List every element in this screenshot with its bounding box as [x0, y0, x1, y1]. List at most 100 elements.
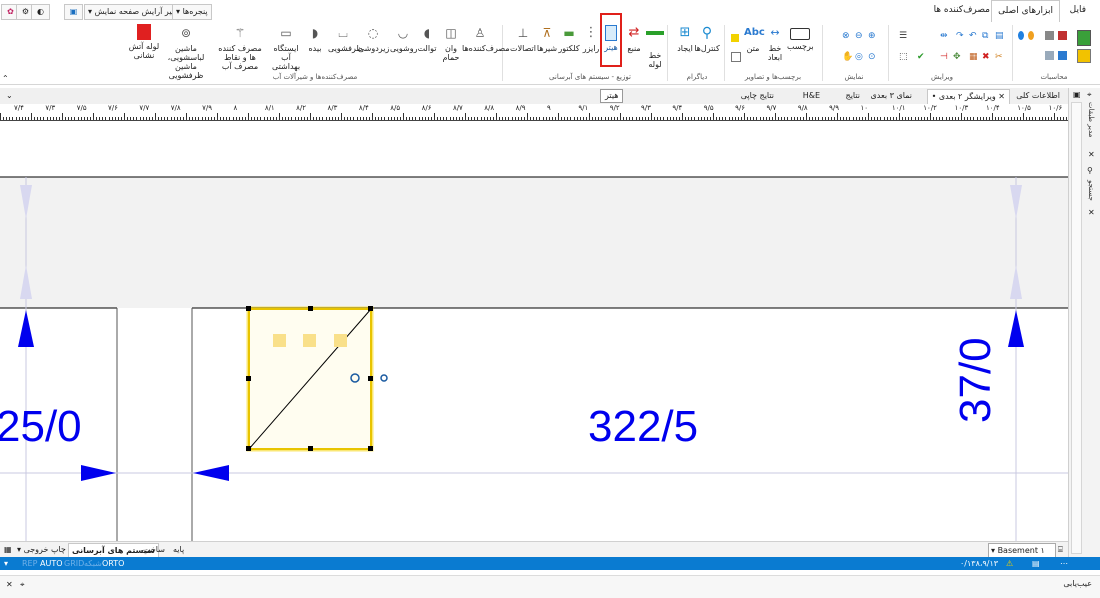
ruler-tick — [598, 117, 600, 120]
dishwasher-button[interactable]: ⌴ ظرفشویی — [328, 24, 363, 53]
tab-he[interactable]: H&E — [799, 89, 824, 103]
pin-icon[interactable]: ▣ — [1073, 90, 1082, 99]
tab-print-output[interactable]: ▾ چاپ خروجی — [14, 543, 69, 557]
grid-toggle[interactable]: GRID — [64, 557, 84, 570]
ruler-label: ۱۰ — [860, 104, 869, 112]
water-station-button[interactable]: ▭ ایستگاه آب بهداشتی — [270, 24, 302, 71]
bidet-button[interactable]: ◗ بیده — [302, 24, 328, 53]
calc-list-icon[interactable] — [1045, 31, 1054, 40]
edit-delete-icon[interactable]: ✖ — [982, 52, 991, 62]
ruler-tick — [1060, 117, 1062, 120]
zoom-fit-icon[interactable]: ⊗ — [842, 31, 851, 41]
pin-icon[interactable]: ⌖ — [20, 580, 29, 589]
tab-2d-editor[interactable]: • ویرایشگر ۲ بعدی ✕ — [926, 89, 1010, 104]
ruler-tick — [1007, 117, 1009, 120]
orto-toggle[interactable]: ORTO — [102, 557, 124, 570]
bathtub-button[interactable]: ◫ وان حمام — [438, 24, 464, 62]
error-panel-title: عیب‌یابی — [1063, 579, 1092, 588]
auto-toggle[interactable]: AUTO — [40, 557, 63, 570]
windows-button[interactable]: ▾ پنجره‌ها — [172, 4, 212, 20]
edit-move-icon[interactable]: ✥ — [953, 52, 962, 62]
palette-icon[interactable]: ◐ — [31, 4, 50, 20]
zoom-in-icon[interactable]: ⊕ — [868, 31, 877, 41]
edit-check-icon[interactable]: ✔ — [917, 52, 926, 62]
close-icon[interactable]: ✕ — [1088, 150, 1097, 159]
snap-toggle[interactable]: شبکه — [84, 557, 102, 570]
layers-icon[interactable]: ▤ — [1032, 557, 1040, 570]
connections-button[interactable]: ⊥ اتصالات — [508, 24, 538, 53]
zoom-prev-icon[interactable]: ◎ — [855, 52, 864, 62]
collapse-ribbon-icon[interactable]: ⌃ — [2, 74, 11, 83]
edit-undo-icon[interactable]: ↶ — [969, 31, 978, 41]
ruler-tick — [564, 117, 566, 120]
search-icon[interactable]: ⚲ — [1087, 166, 1096, 175]
rep-toggle[interactable]: REP — [22, 557, 37, 570]
calc-grey-icon[interactable] — [1045, 51, 1054, 60]
consumer-points-button[interactable]: ⚚ مصرف کننده ها و نقاط مصرف آب — [214, 24, 266, 71]
calc-table-icon[interactable] — [1077, 30, 1091, 46]
edit-redo-icon[interactable]: ↷ — [956, 31, 965, 41]
tab-3d-view[interactable]: نمای ۳ بعدی — [867, 89, 916, 103]
washing-machine-button[interactable]: ⊚ ماشین لباسشویی، ماشین ظرفشویی — [160, 24, 212, 80]
group-separator — [724, 25, 725, 81]
edit-select-icon[interactable]: ⬚ — [899, 52, 908, 62]
calc-report-icon[interactable] — [1058, 31, 1067, 40]
frame-icon[interactable] — [731, 52, 741, 62]
zoom-out-icon[interactable]: ⊖ — [855, 31, 864, 41]
zoom-window-icon[interactable]: ⊙ — [868, 52, 877, 62]
edit-paste-icon[interactable]: ▤ — [995, 31, 1004, 41]
window-icon[interactable]: ▣ — [64, 4, 83, 20]
fire-pipe-button[interactable]: لوله آتش نشانی — [128, 24, 160, 60]
pin-icon[interactable]: ⌖ — [1087, 90, 1096, 99]
explorer-tab[interactable]: جستجو — [1087, 180, 1095, 201]
edit-copy-icon[interactable]: ⧉ — [982, 31, 991, 41]
tab-construction[interactable]: ساخت — [140, 543, 168, 557]
tab-general-info[interactable]: اطلاعات کلی — [1012, 89, 1064, 103]
edit-props-icon[interactable]: ▦ — [969, 52, 978, 62]
source-button[interactable]: ⇄ منبع — [621, 24, 647, 53]
ruler-tick — [1057, 117, 1059, 120]
change-display-button[interactable]: ▾ تغییر آرایش صفحه نمایش — [84, 4, 185, 20]
drawing-canvas[interactable]: 25/0 322/5 37/0 — [0, 121, 1068, 541]
floor-select[interactable]: ▾ Basement ۱ — [988, 543, 1056, 558]
floor-manager-tab[interactable]: مدیر طبقات — [1087, 102, 1095, 137]
close-icon[interactable]: ✕ — [6, 580, 15, 589]
consumers-button[interactable]: ♙ مصرف‌کننده‌ها — [462, 24, 510, 53]
floor-icon[interactable]: ⌸ — [1058, 545, 1067, 554]
calc-sheet-icon[interactable] — [1077, 49, 1091, 63]
vertical-scrollbar[interactable] — [1071, 102, 1082, 554]
ruler-tick — [108, 117, 110, 120]
ruler-tick — [306, 117, 308, 120]
calc-drop-icon[interactable] — [1028, 31, 1034, 40]
layers-icon[interactable]: ▦ — [4, 545, 13, 554]
washbasin-button[interactable]: ◡ روشویی — [390, 24, 417, 53]
edit-align-icon[interactable]: ☰ — [899, 31, 908, 41]
tab-file[interactable]: فایل — [1064, 0, 1092, 21]
grid-icon[interactable]: ⋯ — [1060, 557, 1068, 570]
chevron-down-icon[interactable]: ⌄ — [2, 89, 17, 103]
calc-water-icon[interactable] — [1018, 31, 1024, 40]
image-icon[interactable] — [731, 34, 739, 42]
label-button[interactable]: برچسب — [787, 24, 814, 51]
tab-base[interactable]: پایه — [170, 543, 187, 557]
connection-point[interactable] — [303, 334, 316, 347]
calc-blue-icon[interactable] — [1058, 51, 1067, 60]
ruler-tick — [443, 117, 445, 120]
edit-mirror-icon[interactable]: ⇹ — [940, 31, 949, 41]
text-button[interactable]: Abc متن — [740, 24, 766, 53]
edit-cut-icon[interactable]: ✂ — [995, 52, 1004, 62]
close-icon[interactable]: ✕ — [1088, 208, 1097, 217]
chevron-down-icon[interactable]: ▾ — [4, 557, 8, 570]
warning-icon[interactable]: ⚠ — [1006, 557, 1013, 570]
connection-point[interactable] — [273, 334, 286, 347]
pan-icon[interactable]: ✋ — [842, 52, 853, 62]
tab-results[interactable]: نتایج — [842, 89, 864, 103]
close-icon[interactable]: ✕ — [998, 92, 1005, 101]
edit-break-icon[interactable]: ⊣ — [940, 52, 949, 62]
tab-consumers[interactable]: مصرف‌کننده ها — [928, 0, 996, 21]
create-diagram-button[interactable]: ⊞ ایجاد — [672, 24, 698, 53]
tab-print-results[interactable]: نتایج چاپی — [737, 89, 778, 103]
tab-main-tools[interactable]: ابزارهای اصلی — [991, 0, 1060, 23]
connection-point[interactable] — [334, 334, 347, 347]
toilet-button[interactable]: ◖ توالت — [414, 24, 440, 53]
